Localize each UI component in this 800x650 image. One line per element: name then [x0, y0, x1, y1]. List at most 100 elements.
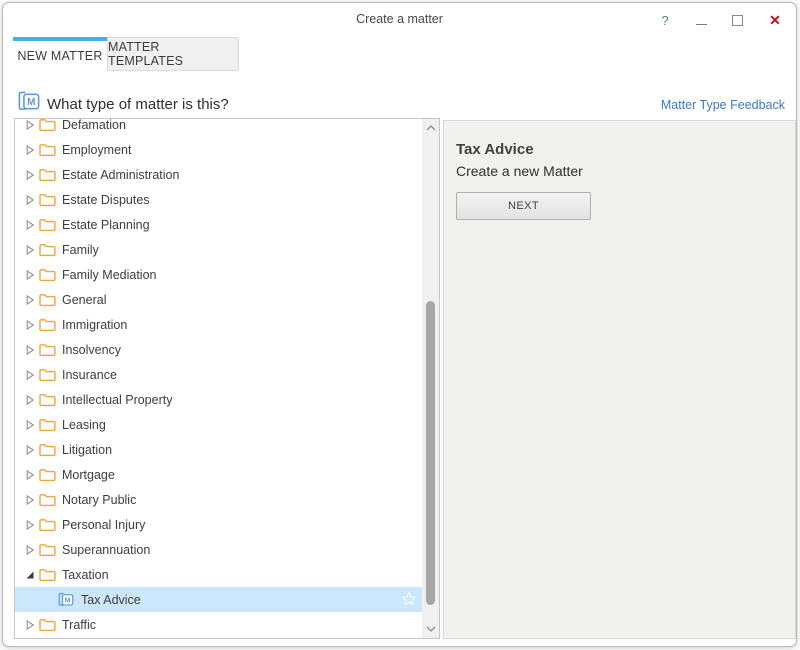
tree-item-label: Estate Administration — [62, 167, 180, 182]
folder-icon — [39, 143, 56, 156]
tree-expander[interactable] — [24, 444, 35, 455]
tree-item-immigration[interactable]: Immigration — [15, 312, 422, 337]
collapsed-arrow-icon — [26, 519, 34, 530]
folder-icon — [39, 293, 56, 306]
chevron-down-icon — [426, 626, 435, 632]
tree-item-estate-planning[interactable]: Estate Planning — [15, 212, 422, 237]
tree-item-taxation[interactable]: Taxation — [15, 562, 422, 587]
tree-expander[interactable] — [24, 269, 35, 280]
collapsed-arrow-icon — [26, 144, 34, 155]
tree-item-label: Mortgage — [62, 467, 115, 482]
tree-item-traffic[interactable]: Traffic — [15, 612, 422, 637]
folder-icon — [39, 168, 56, 181]
tab-matter-templates[interactable]: MATTER TEMPLATES — [107, 37, 239, 71]
tree-item-label: Family — [62, 242, 99, 257]
folder-icon — [39, 468, 56, 481]
folder-icon — [39, 543, 56, 556]
tree-rows: Defamation Employment Estate Administratio… — [15, 119, 422, 637]
tree-expander[interactable] — [24, 244, 35, 255]
tree-expander[interactable] — [24, 169, 35, 180]
tree-expander[interactable] — [24, 194, 35, 205]
collapsed-arrow-icon — [26, 419, 34, 430]
folder-icon — [39, 268, 56, 281]
tree-item-label: Tax Advice — [81, 592, 141, 607]
collapsed-arrow-icon — [26, 319, 34, 330]
folder-icon — [39, 418, 56, 431]
tree-item-label: Family Mediation — [62, 267, 157, 282]
collapsed-arrow-icon — [26, 344, 34, 355]
collapsed-arrow-icon — [26, 269, 34, 280]
tree-item-label: Leasing — [62, 417, 106, 432]
tree-item-estate-administration[interactable]: Estate Administration — [15, 162, 422, 187]
next-button[interactable]: NEXT — [456, 192, 591, 220]
scrollbar-thumb[interactable] — [426, 301, 435, 605]
chevron-up-icon — [426, 125, 435, 131]
tree-item-family[interactable]: Family — [15, 237, 422, 262]
tree-item-notary-public[interactable]: Notary Public — [15, 487, 422, 512]
tree-item-employment[interactable]: Employment — [15, 137, 422, 162]
tree-expander[interactable] — [24, 319, 35, 330]
tree-item-litigation[interactable]: Litigation — [15, 437, 422, 462]
matter-type-feedback-link[interactable]: Matter Type Feedback — [661, 98, 785, 112]
tree-item-label: Employment — [62, 142, 132, 157]
collapsed-arrow-icon — [26, 394, 34, 405]
tree-expander[interactable] — [24, 369, 35, 380]
maximize-icon — [731, 14, 743, 26]
tree-item-label: Personal Injury — [62, 517, 146, 532]
close-button[interactable]: ✕ — [759, 8, 791, 32]
minimize-icon — [695, 24, 707, 25]
tree-expander[interactable] — [24, 419, 35, 430]
tree-scrollbar[interactable] — [422, 119, 439, 638]
tree-item-label: Intellectual Property — [62, 392, 173, 407]
tree-expander[interactable] — [24, 119, 35, 130]
tree-item-tax-advice[interactable]: M Tax Advice — [15, 587, 422, 612]
tree-item-personal-injury[interactable]: Personal Injury — [15, 512, 422, 537]
tree-item-superannuation[interactable]: Superannuation — [15, 537, 422, 562]
tree-expander[interactable] — [24, 144, 35, 155]
detail-panel: Tax Advice Create a new Matter NEXT — [443, 120, 796, 639]
tree-viewport: Defamation Employment Estate Administratio… — [15, 119, 422, 638]
folder-icon — [39, 193, 56, 206]
tree-expander[interactable] — [24, 619, 35, 630]
favorite-star-icon[interactable] — [401, 591, 417, 607]
tree-expander[interactable] — [24, 469, 35, 480]
tree-item-insolvency[interactable]: Insolvency — [15, 337, 422, 362]
tree-item-label: Insurance — [62, 367, 117, 382]
help-button[interactable]: ? — [649, 8, 681, 32]
tab-new-matter[interactable]: NEW MATTER — [13, 37, 107, 71]
tree-expander[interactable] — [24, 519, 35, 530]
collapsed-arrow-icon — [26, 294, 34, 305]
tabstrip: NEW MATTER MATTER TEMPLATES — [13, 37, 239, 71]
expanded-arrow-icon — [26, 571, 33, 578]
tree-expander[interactable] — [24, 394, 35, 405]
tree-expander[interactable] — [24, 344, 35, 355]
folder-icon — [39, 393, 56, 406]
scroll-up-button[interactable] — [422, 120, 439, 136]
tree-item-label: Traffic — [62, 617, 97, 632]
tree-item-general[interactable]: General — [15, 287, 422, 312]
tree-expander[interactable] — [24, 294, 35, 305]
tree-expander[interactable] — [24, 494, 35, 505]
matter-folder-icon: M — [17, 90, 41, 117]
tree-item-estate-disputes[interactable]: Estate Disputes — [15, 187, 422, 212]
collapsed-arrow-icon — [26, 219, 34, 230]
tree-item-intellectual-property[interactable]: Intellectual Property — [15, 387, 422, 412]
tree-item-mortgage[interactable]: Mortgage — [15, 462, 422, 487]
minimize-button[interactable] — [685, 8, 717, 32]
collapsed-arrow-icon — [26, 444, 34, 455]
titlebar: Create a matter ? ✕ — [3, 3, 796, 37]
collapsed-arrow-icon — [26, 544, 34, 555]
tree-expander[interactable] — [24, 569, 35, 580]
folder-icon — [39, 218, 56, 231]
tree-item-leasing[interactable]: Leasing — [15, 412, 422, 437]
tree-item-family-mediation[interactable]: Family Mediation — [15, 262, 422, 287]
tree-expander[interactable] — [24, 544, 35, 555]
folder-icon — [39, 343, 56, 356]
scroll-down-button[interactable] — [422, 621, 439, 637]
tree-item-defamation[interactable]: Defamation — [15, 119, 422, 137]
page-title: What type of matter is this? — [47, 96, 229, 113]
tree-expander[interactable] — [24, 219, 35, 230]
tree-item-insurance[interactable]: Insurance — [15, 362, 422, 387]
maximize-button[interactable] — [721, 8, 753, 32]
collapsed-arrow-icon — [26, 619, 34, 630]
